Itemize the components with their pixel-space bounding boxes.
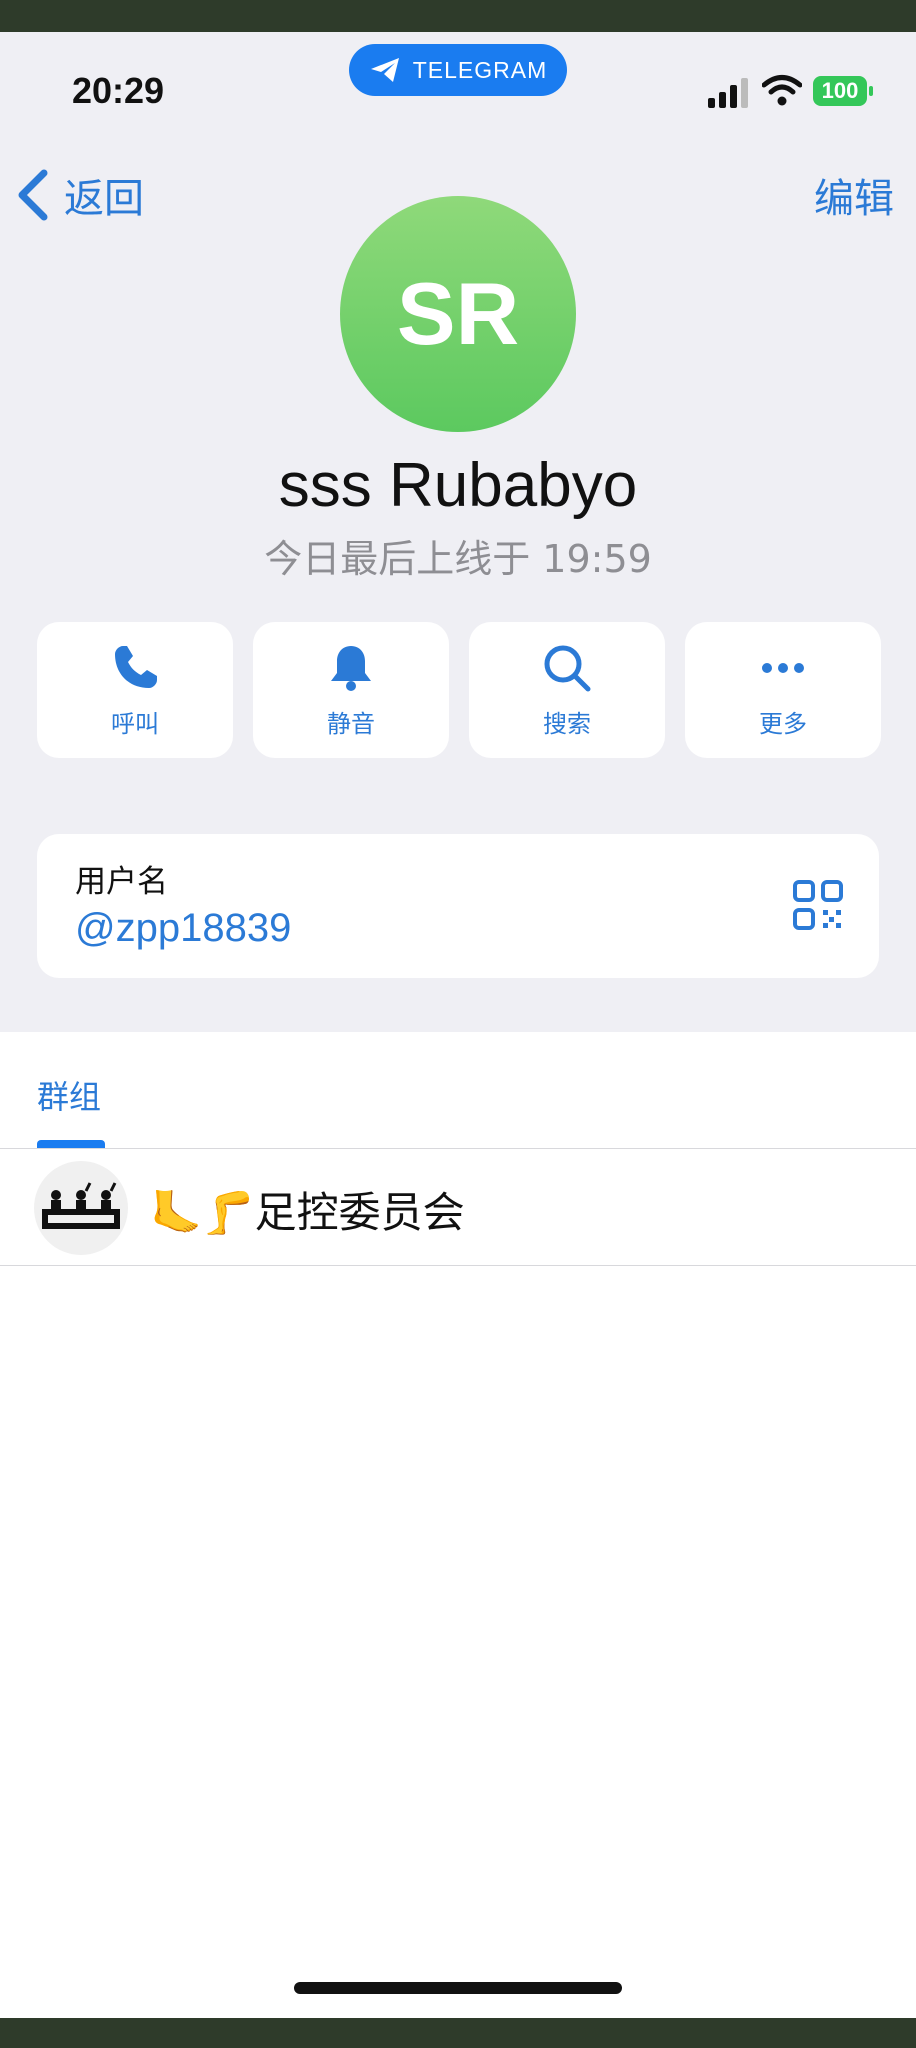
search-button[interactable]: 搜索 [469,622,665,758]
phone-icon [115,645,157,688]
more-button[interactable]: 更多 [685,622,881,758]
qr-code-icon[interactable] [793,880,843,930]
username-label: 用户名 [75,864,168,900]
search-label: 搜索 [543,709,591,738]
profile-screen: 20:29 TELEGRAM 100 返回 编辑 SR sss Rubabyo … [0,32,916,2018]
username-value[interactable]: @zpp18839 [75,906,291,951]
bell-icon [331,645,371,691]
search-icon [544,645,591,691]
profile-avatar[interactable]: SR [340,196,576,432]
more-icon [762,662,804,673]
status-time: 20:29 [72,70,165,111]
back-label: 返回 [64,176,144,222]
group-avatar-image [42,1182,120,1229]
more-label: 更多 [759,709,807,738]
wifi-icon [762,75,802,106]
call-label: 呼叫 [111,709,159,738]
username-card[interactable]: 用户名 @zpp18839 [37,834,879,978]
last-seen-status: 今日最后上线于 19:59 [264,537,652,581]
mute-label: 静音 [327,709,375,738]
telegram-pill-label: TELEGRAM [412,56,548,83]
profile-header-area: 20:29 TELEGRAM 100 返回 编辑 SR sss Rubabyo … [0,32,916,1032]
back-button[interactable]: 返回 [16,166,144,224]
telegram-pill[interactable]: TELEGRAM [349,44,567,96]
tab-active-indicator [37,1140,105,1148]
cellular-signal-icon [708,78,748,108]
group-avatar [34,1161,128,1255]
call-button[interactable]: 呼叫 [37,622,233,758]
chevron-left-icon [18,169,48,221]
group-list-item[interactable]: 🦶🦵足控委员会 [0,1149,916,1266]
battery-indicator: 100 [813,76,875,106]
telegram-plane-icon [370,58,399,82]
edit-button[interactable]: 编辑 [814,166,894,224]
media-tab-bar: 群组 [0,1032,916,1149]
profile-name: sss Rubabyo [278,451,638,520]
mute-button[interactable]: 静音 [253,622,449,758]
home-indicator[interactable] [294,1982,622,1994]
action-buttons: 呼叫 静音 搜索 更多 [37,622,881,758]
tab-groups[interactable]: 群组 [37,1072,101,1118]
battery-level: 100 [821,78,859,103]
group-name: 🦶🦵足控委员会 [150,1188,465,1237]
